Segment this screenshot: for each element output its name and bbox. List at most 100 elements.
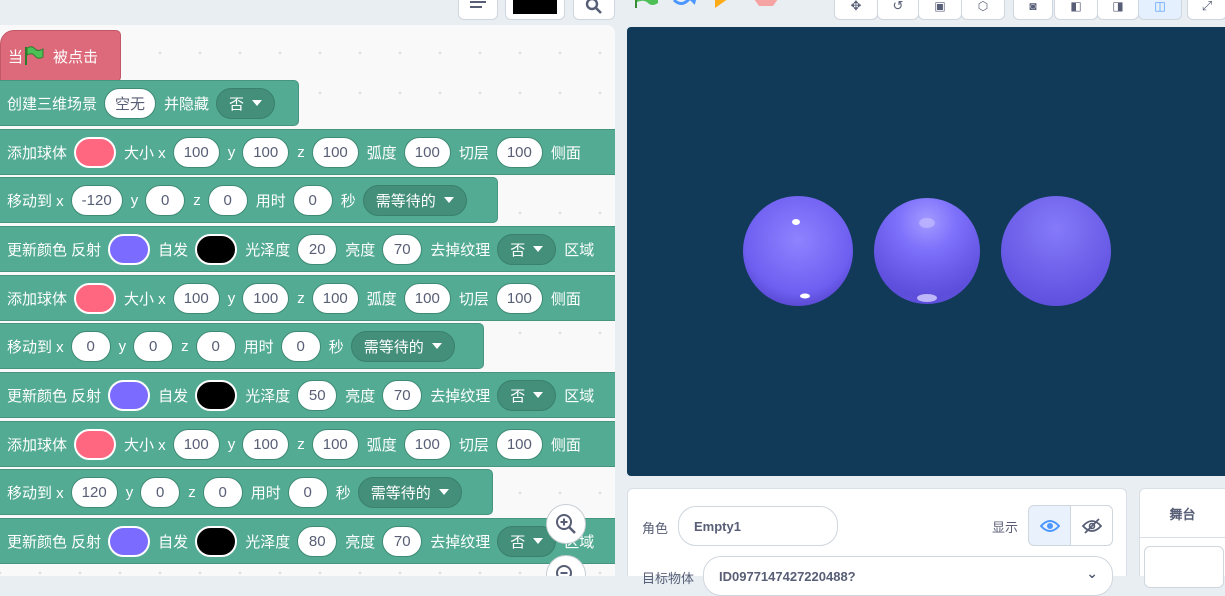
texture-label: 去掉纹理 [430,387,491,405]
time-input[interactable]: 0 [280,330,321,362]
cube-tool-button[interactable]: ⬡ [961,0,1005,20]
x-input[interactable]: 120 [70,476,118,508]
stage-canvas[interactable] [627,27,1225,476]
brightness-input[interactable]: 70 [382,233,423,265]
role-name-input[interactable]: Empty1 [678,506,838,546]
y-input[interactable]: 0 [145,184,186,216]
move-to-block[interactable]: 移动到 x 120 y 0 z 0 用时 0 秒 需等待的 [0,469,493,515]
z-label: z [193,191,201,209]
region-label: 区域 [564,387,595,405]
wait-dropdown[interactable]: 需等待的 [350,330,455,362]
arc-input[interactable]: 100 [403,428,451,460]
x-input[interactable]: 100 [172,282,220,314]
arc-input[interactable]: 100 [403,136,451,168]
time-input[interactable]: 0 [287,476,328,508]
chevron-down-icon [438,489,449,495]
camera-button[interactable]: ◙ [1013,0,1053,20]
stage-thumbnail[interactable] [1144,546,1224,588]
zoom-in-icon [556,514,576,534]
x-input[interactable]: -120 [70,184,123,216]
normal-stage-button[interactable]: ◨ [1097,0,1139,20]
add-sphere-block[interactable]: 添加球体 大小 x 100 y 100 z 100 弧度 100 切层 100 … [0,421,615,467]
block-label: 更新颜色 反射 [7,533,102,551]
color-picker-button[interactable] [505,0,565,20]
slice-input[interactable]: 100 [495,428,543,460]
rotate-tool-button[interactable]: ↺ [877,0,919,20]
z-input[interactable]: 0 [207,184,248,216]
zoom-in-button[interactable] [546,504,586,544]
stop-icon[interactable] [752,0,780,10]
when-flag-clicked-block[interactable]: 当 被点击 [0,30,121,82]
stage-selector-panel[interactable]: 舞台 [1139,488,1225,588]
large-stage-button[interactable]: ◫ [1138,0,1182,20]
green-flag-icon[interactable] [632,0,660,10]
emit-color-swatch[interactable] [195,525,238,557]
reflect-color-swatch[interactable] [108,379,151,411]
x-input[interactable]: 0 [70,330,111,362]
list-icon [470,1,486,8]
z-input[interactable]: 0 [195,330,236,362]
create-3d-scene-block[interactable]: 创建三维场景 空无 并隐藏 否 [0,80,299,126]
x-input[interactable]: 100 [172,428,220,460]
update-color-block[interactable]: 更新颜色 反射 自发 光泽度 50 亮度 70 去掉纹理 否 区域 [0,372,615,418]
hide-button[interactable] [1070,505,1113,546]
chevron-down-icon [533,392,544,398]
move-tool-button[interactable]: ✥ [834,0,878,20]
hide-dropdown[interactable]: 否 [216,87,276,119]
z-input[interactable]: 100 [311,428,359,460]
search-button[interactable] [573,0,615,20]
color-swatch[interactable] [74,282,117,314]
color-swatch[interactable] [74,136,117,168]
scene-input[interactable]: 空无 [104,87,157,119]
reflect-color-swatch[interactable] [108,233,151,265]
update-color-block[interactable]: 更新颜色 反射 自发 光泽度 80 亮度 70 去掉纹理 否 区域 [0,518,615,564]
y-input[interactable]: 100 [242,428,290,460]
gloss-input[interactable]: 80 [297,525,338,557]
add-sphere-block[interactable]: 添加球体 大小 x 100 y 100 z 100 弧度 100 切层 100 … [0,129,615,175]
emit-label: 自发 [158,241,189,259]
y-input[interactable]: 100 [242,136,290,168]
chevron-down-icon [252,100,263,106]
z-input[interactable]: 100 [311,136,359,168]
y-input[interactable]: 0 [133,330,174,362]
emit-color-swatch[interactable] [195,379,238,411]
block-label: 添加球体 [7,144,68,162]
z-input[interactable]: 0 [202,476,243,508]
arc-input[interactable]: 100 [403,282,451,314]
brightness-label: 亮度 [345,533,376,551]
y-input[interactable]: 0 [140,476,181,508]
z-input[interactable]: 100 [311,282,359,314]
texture-dropdown[interactable]: 否 [497,379,557,411]
size-x-label: 大小 x [124,144,166,162]
color-swatch[interactable] [74,428,117,460]
small-stage-button[interactable]: ◧ [1054,0,1098,20]
emit-color-swatch[interactable] [195,233,238,265]
time-input[interactable]: 0 [292,184,333,216]
update-color-block[interactable]: 更新颜色 反射 自发 光泽度 20 亮度 70 去掉纹理 否 区域 [0,226,615,272]
color-box [513,0,557,14]
pause-icon[interactable] [712,0,738,10]
add-sphere-block[interactable]: 添加球体 大小 x 100 y 100 z 100 弧度 100 切层 100 … [0,275,615,321]
brightness-input[interactable]: 70 [382,379,423,411]
fullscreen-button[interactable]: ⤢ [1187,0,1225,20]
y-input[interactable]: 100 [242,282,290,314]
top-toolbar: ✥ ↺ ▣ ⬡ ◙ ◧ ◨ ◫ ⤢ [0,0,1225,24]
turbo-icon[interactable] [672,0,698,10]
wait-dropdown[interactable]: 需等待的 [362,184,467,216]
list-button[interactable] [458,0,498,20]
slice-input[interactable]: 100 [495,136,543,168]
frame-tool-button[interactable]: ▣ [918,0,962,20]
texture-dropdown[interactable]: 否 [497,233,557,265]
move-to-block[interactable]: 移动到 x -120 y 0 z 0 用时 0 秒 需等待的 [0,177,498,223]
slice-input[interactable]: 100 [495,282,543,314]
brightness-input[interactable]: 70 [382,525,423,557]
x-input[interactable]: 100 [172,136,220,168]
wait-dropdown[interactable]: 需等待的 [357,476,462,508]
gloss-input[interactable]: 20 [297,233,338,265]
code-workspace[interactable]: 当 被点击 创建三维场景 空无 并隐藏 否 添加球体 大小 x 100 y 10… [0,25,615,576]
move-to-block[interactable]: 移动到 x 0 y 0 z 0 用时 0 秒 需等待的 [0,323,484,369]
show-button[interactable] [1028,505,1071,546]
gloss-input[interactable]: 50 [297,379,338,411]
reflect-color-swatch[interactable] [108,525,151,557]
target-select[interactable]: ID0977147427220488? ⌄ [703,556,1113,596]
